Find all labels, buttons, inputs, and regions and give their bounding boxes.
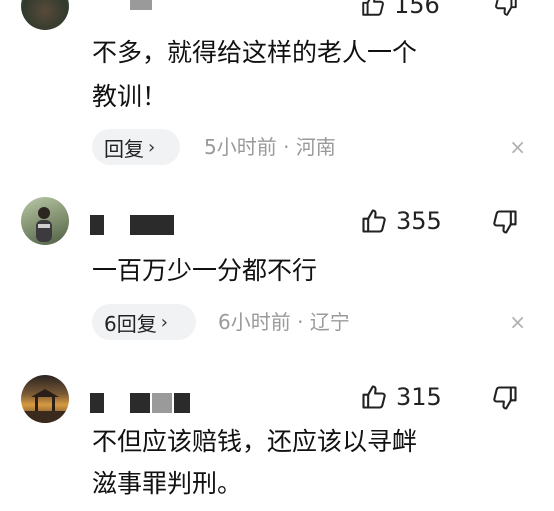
comment-item: 355 一百万少一分都不行 6回复 › 6小时前 · 辽宁 × bbox=[0, 175, 554, 355]
comment-item: 156 不多，就得给这样的老人一个 教训！ 回复 › 5小时前 · 河南 × bbox=[0, 0, 554, 175]
redacted-username[interactable] bbox=[130, 215, 174, 235]
reply-label: 回复 bbox=[104, 136, 144, 161]
avatar[interactable] bbox=[21, 197, 69, 245]
avatar[interactable] bbox=[21, 375, 69, 423]
like-button[interactable]: 156 bbox=[360, 0, 440, 18]
comment-text-line: 教训！ bbox=[92, 82, 168, 111]
comment-location: 河南 bbox=[295, 135, 336, 159]
thumbs-up-icon bbox=[362, 385, 386, 409]
comment-meta: 6小时前 · 辽宁 bbox=[218, 304, 350, 340]
reply-button[interactable]: 6回复 › bbox=[92, 304, 196, 340]
redacted-username[interactable] bbox=[152, 393, 172, 413]
comment-meta: 5小时前 · 河南 bbox=[204, 129, 336, 165]
redacted-username[interactable] bbox=[90, 393, 104, 413]
avatar[interactable] bbox=[21, 0, 69, 30]
comment-location: 辽宁 bbox=[309, 310, 350, 334]
redacted-username[interactable] bbox=[130, 0, 152, 10]
redacted-username[interactable] bbox=[130, 393, 150, 413]
comment-text-line: 不但应该赔钱，还应该以寻衅 bbox=[92, 427, 418, 456]
redacted-username[interactable] bbox=[174, 393, 190, 413]
thumbs-up-icon bbox=[362, 0, 384, 16]
comment-text-line: 不多，就得给这样的老人一个 bbox=[92, 38, 418, 67]
comment-time: 5小时前 bbox=[204, 135, 277, 159]
like-count: 355 bbox=[396, 207, 442, 235]
avatar-scene bbox=[21, 389, 69, 423]
like-count: 156 bbox=[394, 0, 440, 19]
comment-time: 6小时前 bbox=[218, 310, 291, 334]
comment-text-line: 一百万少一分都不行 bbox=[92, 256, 318, 285]
close-icon[interactable]: × bbox=[509, 129, 526, 165]
reply-label: 6回复 bbox=[104, 311, 157, 336]
meta-separator: · bbox=[290, 310, 310, 334]
like-button[interactable]: 315 bbox=[360, 383, 442, 411]
thumbs-up-icon bbox=[362, 209, 386, 233]
chevron-right-icon: › bbox=[148, 136, 156, 158]
thumbs-down-icon[interactable] bbox=[493, 0, 519, 18]
avatar-figure bbox=[36, 207, 52, 242]
comment-item: 315 不但应该赔钱，还应该以寻衅 滋事罪判刑。 bbox=[0, 355, 554, 511]
thumbs-down-icon[interactable] bbox=[491, 208, 519, 236]
like-count: 315 bbox=[396, 383, 442, 411]
chevron-right-icon: › bbox=[160, 311, 168, 333]
meta-separator: · bbox=[276, 135, 296, 159]
close-icon[interactable]: × bbox=[509, 304, 526, 340]
like-button[interactable]: 355 bbox=[360, 207, 442, 235]
comment-text-line: 滋事罪判刑。 bbox=[92, 469, 243, 498]
reply-button[interactable]: 回复 › bbox=[92, 129, 180, 165]
thumbs-down-icon[interactable] bbox=[491, 384, 519, 412]
redacted-username[interactable] bbox=[90, 215, 104, 235]
